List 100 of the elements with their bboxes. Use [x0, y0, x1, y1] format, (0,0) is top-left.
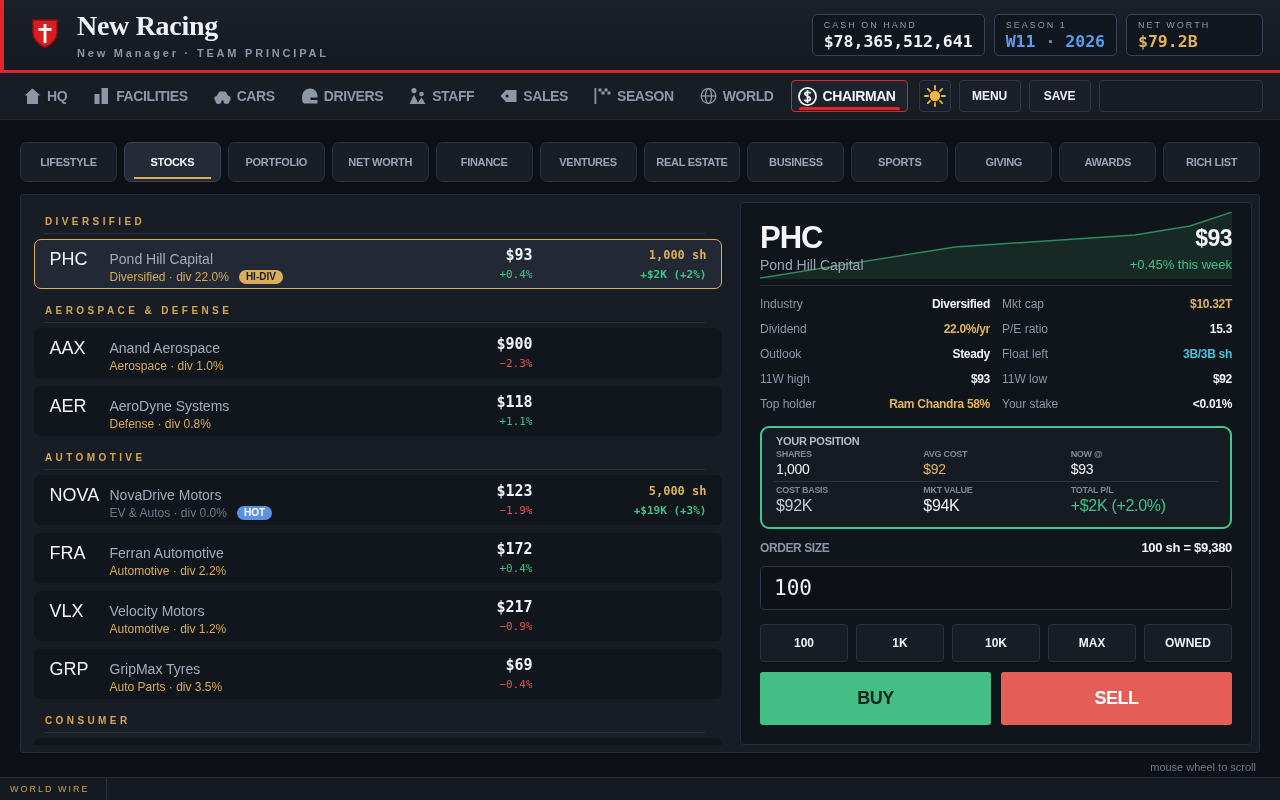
stat-value: 22.0%/yr — [943, 321, 990, 336]
stat-label: 11W low — [1002, 371, 1048, 386]
order-total: 100 sh = $9,380 — [1141, 541, 1232, 555]
price-change: −0.4% — [499, 678, 533, 692]
stock-row[interactable]: AER AeroDyne Systems Defense · div 0.8% $118 +1.1% — [34, 386, 722, 436]
sell-button[interactable]: SELL — [1001, 672, 1232, 725]
sector-dividend: Automotive · div 1.2% — [109, 621, 227, 637]
field-label: AVG COST — [923, 448, 968, 460]
stat-label: Mkt cap — [1002, 296, 1044, 311]
stock-row[interactable]: AAX Anand Aerospace Aerospace · div 1.0% $900 −2.3% — [34, 328, 722, 378]
field-value: $93 — [1070, 460, 1094, 478]
toolbar-button[interactable]: SAVE — [1028, 80, 1091, 112]
tag-icon — [500, 88, 518, 104]
category-heading: CONSUMER — [44, 702, 705, 733]
company-name: Velocity Motors — [109, 602, 206, 620]
price-change: +0.4% — [499, 268, 533, 282]
share-price: $69 — [505, 655, 533, 675]
people-icon — [409, 88, 427, 104]
order-size-label: ORDER SIZE — [760, 541, 830, 555]
flag-icon — [593, 88, 611, 104]
order-size-input[interactable]: 100 — [760, 566, 1232, 610]
preset-button[interactable]: MAX — [1048, 624, 1136, 662]
section-tab[interactable]: VENTURES — [539, 142, 637, 182]
stock-row[interactable]: NOVA NovaDrive Motors EV & Autos · div 0.0% HOT $123 −1.9% 5,000 sh +$19K (+3%) — [34, 475, 722, 525]
scroll-hint: mouse wheel to scroll — [1150, 760, 1256, 774]
section-tab[interactable]: REAL ESTATE — [643, 142, 741, 182]
section-tab[interactable]: FINANCE — [435, 142, 533, 182]
share-price: $93 — [505, 245, 533, 265]
stat-value: Steady — [952, 346, 990, 361]
preset-button[interactable]: OWNED — [1144, 624, 1232, 662]
stat-value: $79.2B — [1138, 31, 1199, 53]
field-label: SHARES — [776, 448, 812, 460]
preset-button[interactable]: 10K — [952, 624, 1040, 662]
company-name: GripMax Tyres — [109, 660, 202, 678]
nav-tab[interactable]: HQ — [15, 80, 77, 112]
nav-tab[interactable]: STAFF — [400, 80, 484, 112]
nav-tab[interactable]: FACILITIES — [84, 80, 197, 112]
nav-tab[interactable]: CHAIRMAN — [790, 80, 908, 112]
share-price: $123 — [496, 481, 533, 501]
ticker-symbol: PHC — [49, 248, 89, 270]
stat-label: 11W high — [760, 371, 810, 386]
section-tab[interactable]: BUSINESS — [747, 142, 845, 182]
section-tab[interactable]: NET WORTH — [331, 142, 429, 182]
ticker-symbol: FRA — [49, 542, 87, 564]
stat-value: Diversified — [931, 296, 990, 311]
company-name: Anand Aerospace — [109, 339, 222, 357]
profit-loss: +$2K (+2%) — [640, 268, 707, 282]
stat-label: Industry — [760, 296, 803, 311]
section-tab[interactable]: AWARDS — [1059, 142, 1157, 182]
nav-tab[interactable]: SEASON — [584, 80, 683, 112]
bar-chart-icon — [93, 88, 111, 104]
sector-dividend: Defense · div 0.8% — [109, 416, 211, 432]
section-tab[interactable]: STOCKS — [123, 142, 221, 182]
ticker-symbol: AER — [49, 395, 88, 417]
nav-tab[interactable]: CARS — [204, 80, 284, 112]
section-tab[interactable]: GIVING — [955, 142, 1053, 182]
stock-row[interactable]: FRA Ferran Automotive Automotive · div 2.2% $172 +0.4% — [34, 533, 722, 583]
theme-toggle-button[interactable] — [918, 80, 951, 112]
stat-label: NET WORTH — [1138, 20, 1212, 31]
ticker-symbol: NOVA — [49, 484, 101, 506]
nav-tab[interactable]: SALES — [491, 80, 577, 112]
company-name: Ferran Automotive — [109, 544, 225, 562]
stock-row[interactable]: GRP GripMax Tyres Auto Parts · div 3.5% $69 −0.4% — [34, 649, 722, 699]
sector-dividend: EV & Autos · div 0.0% — [109, 505, 227, 521]
dollar-coin-icon — [797, 86, 817, 106]
sector-dividend: Diversified · div 22.0% — [109, 269, 229, 285]
share-price: $900 — [496, 334, 533, 354]
stat-label: Outlook — [760, 346, 802, 361]
buy-button[interactable]: BUY — [760, 672, 991, 725]
preset-button[interactable]: 100 — [760, 624, 848, 662]
ticker-symbol: GRP — [49, 658, 90, 680]
share-price: $93 — [1195, 224, 1232, 252]
stock-row[interactable]: PHC Pond Hill Capital Diversified · div 22.0% HI-DIV $93 +0.4% 1,000 sh +$2K (+2%) — [34, 239, 722, 289]
price-change: +0.4% — [499, 562, 533, 576]
nav-tab[interactable]: WORLD — [690, 80, 783, 112]
company-name: NovaDrive Motors — [109, 486, 223, 504]
team-name: New Racing — [77, 10, 219, 41]
section-tab[interactable]: PORTFOLIO — [227, 142, 325, 182]
ticker-symbol: PHC — [760, 220, 823, 256]
nav-tab[interactable]: DRIVERS — [291, 80, 393, 112]
section-tab[interactable]: SPORTS — [851, 142, 949, 182]
share-price: $172 — [496, 539, 533, 559]
field-value: 1,000 — [776, 460, 810, 478]
toolbar-button[interactable]: MENU — [958, 80, 1021, 112]
company-name: Pond Hill Capital — [109, 250, 214, 268]
stat-value: <0.01% — [1192, 396, 1232, 411]
category-heading: DIVERSIFIED — [44, 202, 705, 234]
section-tab[interactable]: RICH LIST — [1163, 142, 1261, 182]
category-heading: AEROSPACE & DEFENSE — [44, 292, 705, 323]
position-title: YOUR POSITION — [775, 434, 861, 448]
stat-value: $78,365,512,641 — [823, 31, 973, 53]
profit-loss: +$19K (+3%) — [633, 504, 707, 518]
price-change: +1.1% — [499, 415, 533, 429]
weekly-change: +0.45% this week — [1129, 256, 1232, 274]
preset-button[interactable]: 1K — [856, 624, 944, 662]
sector-dividend: Aerospace · div 1.0% — [109, 358, 224, 374]
status-badge: HI-DIV — [238, 270, 283, 284]
stock-row[interactable]: VLX Velocity Motors Automotive · div 1.2% $217 −0.9% — [34, 591, 722, 641]
stat-value: Ram Chandra 58% — [889, 396, 990, 411]
section-tab[interactable]: LIFESTYLE — [20, 142, 117, 182]
